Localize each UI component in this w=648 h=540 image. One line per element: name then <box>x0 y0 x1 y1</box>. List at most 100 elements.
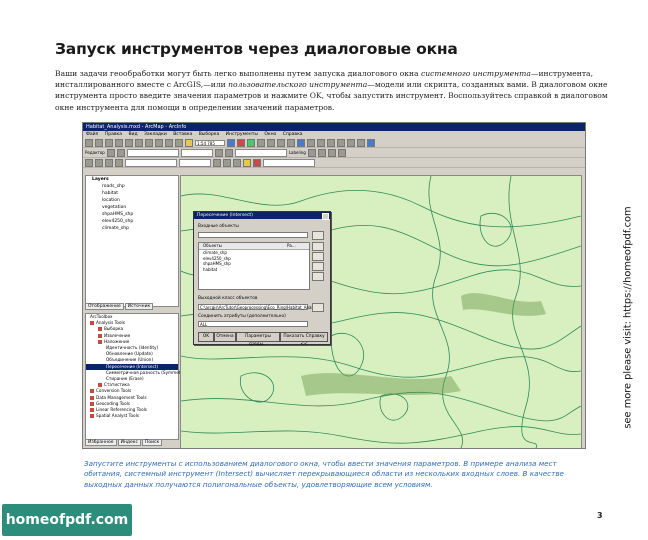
full-extent-icon[interactable] <box>297 138 305 147</box>
line-color-icon[interactable] <box>253 158 261 167</box>
tab-search[interactable]: Поиск <box>141 439 163 446</box>
show-help-button[interactable]: Показать Справку << <box>280 332 328 347</box>
browse-folder-icon[interactable] <box>312 231 324 240</box>
list-header-rank: Ра... <box>287 243 296 248</box>
standard-toolbar: 1:54 785 <box>83 138 585 148</box>
menu-selection[interactable]: Выборка <box>199 132 220 137</box>
fill-color-icon[interactable] <box>243 158 251 167</box>
back-icon[interactable] <box>307 138 315 147</box>
toc-layer[interactable]: vegetation <box>86 204 178 211</box>
new-icon[interactable] <box>85 138 93 147</box>
measure-icon[interactable] <box>357 138 365 147</box>
intro-text-1: Ваши задачи геообработки могут быть легк… <box>55 69 421 78</box>
menu-view[interactable]: Вид <box>128 132 137 137</box>
menu-tools[interactable]: Инструменты <box>226 132 258 137</box>
identify-icon[interactable] <box>337 138 345 147</box>
move-down-icon[interactable] <box>312 272 324 281</box>
scale-combo[interactable]: 1:54 785 <box>195 139 225 146</box>
layer-combo[interactable] <box>234 148 287 157</box>
arctoolbox-icon[interactable] <box>237 138 245 147</box>
toc-layer[interactable]: elev4250_shp <box>86 218 178 225</box>
text-icon[interactable] <box>115 158 123 167</box>
open-icon[interactable] <box>95 138 103 147</box>
edit-tool-icon[interactable] <box>106 148 115 157</box>
join-select[interactable]: ALL <box>198 321 308 327</box>
site-logo[interactable]: homeofpdf.com <box>2 504 132 536</box>
georef-combo[interactable] <box>263 158 315 167</box>
lock-labels-icon[interactable] <box>327 148 336 157</box>
font-combo[interactable] <box>125 158 177 167</box>
cut-icon[interactable] <box>125 138 133 147</box>
underline-icon[interactable] <box>233 158 241 167</box>
bold-icon[interactable] <box>213 158 221 167</box>
tab-source[interactable]: Источник <box>124 303 154 310</box>
dialog-title: Пересечение (Intersect) <box>194 212 330 219</box>
label-priority-icon[interactable] <box>317 148 326 157</box>
menu-window[interactable]: Окно <box>264 132 276 137</box>
menu-file[interactable]: Файл <box>86 132 98 137</box>
command-line-icon[interactable] <box>247 138 255 147</box>
toc-layer[interactable]: shpaHMS_shp <box>86 211 178 218</box>
redo-icon[interactable] <box>175 138 183 147</box>
target-combo[interactable] <box>180 148 213 157</box>
toc-layer[interactable]: climate_shp <box>86 225 178 232</box>
paste-icon[interactable] <box>145 138 153 147</box>
add-data-icon[interactable] <box>185 138 193 147</box>
tab-favorites[interactable]: Избранное <box>85 439 117 446</box>
undo-icon[interactable] <box>165 138 173 147</box>
menu-insert[interactable]: Вставка <box>173 132 192 137</box>
size-combo[interactable] <box>179 158 211 167</box>
add-icon[interactable] <box>312 242 324 251</box>
copy-icon[interactable] <box>135 138 143 147</box>
italic-icon[interactable] <box>223 158 231 167</box>
tab-index[interactable]: Индекс <box>117 439 141 446</box>
join-label: Соединить атрибуты (дополнительно) <box>198 314 286 319</box>
zoom-in-icon[interactable] <box>267 138 275 147</box>
hyperlink-icon[interactable] <box>367 138 375 147</box>
select-icon[interactable] <box>327 138 335 147</box>
output-field[interactable]: C:\arcgis\ArcTutor\Geoprocessing\Eco_Rin… <box>198 304 315 310</box>
toolbox-item[interactable]: Spatial Analyst Tools <box>86 413 178 419</box>
remove-icon[interactable] <box>312 252 324 261</box>
menu-help[interactable]: Справка <box>283 132 303 137</box>
ok-button[interactable]: OK <box>198 332 214 342</box>
list-item[interactable]: habitat <box>199 267 309 273</box>
browse-output-icon[interactable] <box>312 303 324 312</box>
pan-icon[interactable] <box>287 138 295 147</box>
toc-root[interactable]: Layers <box>86 176 178 183</box>
environments-button[interactable]: Параметры среды... <box>236 332 280 347</box>
find-icon[interactable] <box>347 138 355 147</box>
help-icon[interactable] <box>257 138 265 147</box>
sketch-tool-icon[interactable] <box>116 148 125 157</box>
save-icon[interactable] <box>105 138 113 147</box>
tab-display[interactable]: Отображение <box>85 303 124 310</box>
sketch-props-icon[interactable] <box>224 148 233 157</box>
figure-caption: Запустите инструменты с использованием д… <box>84 459 564 489</box>
editor-toolbar-icon[interactable] <box>227 138 235 147</box>
move-up-icon[interactable] <box>312 262 324 271</box>
menu-edit[interactable]: Правка <box>105 132 122 137</box>
menu-bookmarks[interactable]: Закладки <box>144 132 167 137</box>
draw-select-icon[interactable] <box>85 158 93 167</box>
rotate-icon[interactable] <box>95 158 103 167</box>
label-manager-icon[interactable] <box>307 148 316 157</box>
task-combo[interactable] <box>126 148 179 157</box>
toc-layer[interactable]: location <box>86 197 178 204</box>
page-number: 3 <box>597 511 603 520</box>
close-icon[interactable] <box>322 213 329 220</box>
attributes-icon[interactable] <box>214 148 223 157</box>
toc-layer[interactable]: habitat <box>86 190 178 197</box>
input-features-field[interactable] <box>198 232 308 238</box>
arctoolbox-panel: ArcToolbox Analysis Tools Выборка Извлеч… <box>85 313 194 440</box>
cancel-button[interactable]: Отмена <box>214 332 236 342</box>
view-unplaced-icon[interactable] <box>337 148 346 157</box>
editor-menu[interactable]: Редактор <box>85 150 105 155</box>
zoom-out-icon[interactable] <box>277 138 285 147</box>
print-icon[interactable] <box>115 138 123 147</box>
list-header-features: Объекты <box>203 243 222 248</box>
labeling-menu[interactable]: Labeling <box>289 150 306 155</box>
forward-icon[interactable] <box>317 138 325 147</box>
delete-icon[interactable] <box>155 138 163 147</box>
rectangle-icon[interactable] <box>105 158 113 167</box>
toc-layer[interactable]: roads_shp <box>86 183 178 190</box>
